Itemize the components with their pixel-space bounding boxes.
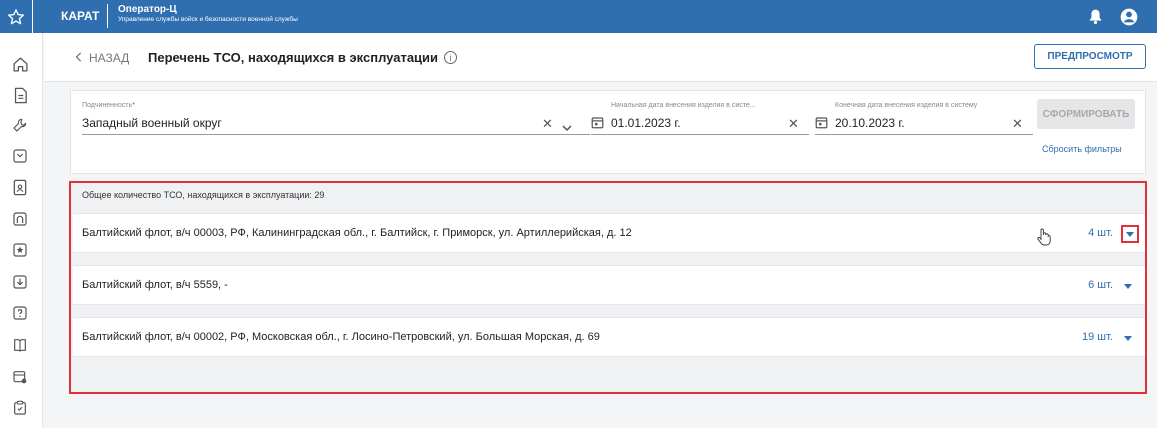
- subordination-field[interactable]: Подчиненность* Западный военный округ ✕: [82, 99, 590, 135]
- list-item-address: Балтийский флот, в/ч 00003, РФ, Калининг…: [82, 227, 632, 239]
- chevron-left-icon: [75, 51, 83, 65]
- results-list: Общее количество ТСО, находящихся в эксп…: [69, 181, 1147, 394]
- topbar-divider: [107, 4, 108, 28]
- clear-icon[interactable]: ✕: [788, 116, 799, 132]
- total-count: Общее количество ТСО, находящихся в эксп…: [82, 190, 325, 200]
- subordination-label: Подчиненность*: [82, 102, 135, 109]
- expand-dropdown-icon[interactable]: [1119, 277, 1137, 295]
- download-box-icon[interactable]: [11, 273, 29, 291]
- generate-button[interactable]: СФОРМИРОВАТЬ: [1037, 99, 1135, 129]
- list-item[interactable]: Балтийский флот, в/ч 00002, РФ, Московск…: [73, 317, 1145, 357]
- personnel-card-icon[interactable]: [11, 178, 29, 196]
- favorites-star-icon[interactable]: [0, 0, 33, 33]
- end-date-field[interactable]: Конечная дата внесения изделия в систему…: [815, 99, 1033, 135]
- list-item-address: Балтийский флот, в/ч 5559, -: [82, 279, 228, 291]
- list-item-count: 6 шт.: [1088, 279, 1113, 291]
- start-date-field[interactable]: Начальная дата внесения изделия в систе.…: [591, 99, 809, 135]
- help-icon[interactable]: [11, 304, 29, 322]
- subordination-value: Западный военный округ: [82, 116, 222, 130]
- end-date-label: Конечная дата внесения изделия в систему: [835, 102, 978, 109]
- list-item-count: 4 шт.: [1088, 227, 1113, 239]
- list-item[interactable]: Балтийский флот, в/ч 5559, - 6 шт.: [73, 265, 1145, 305]
- back-label: НАЗАД: [89, 51, 130, 65]
- document-icon[interactable]: [11, 86, 29, 104]
- clear-icon[interactable]: ✕: [542, 116, 553, 132]
- top-bar: КАРАТ Оператор-Ц Управление службы войск…: [0, 0, 1157, 33]
- bell-icon[interactable]: [1088, 8, 1103, 30]
- expand-dropdown-icon[interactable]: [1121, 225, 1139, 243]
- chevron-down-icon[interactable]: [562, 120, 572, 135]
- clipboard-icon[interactable]: [11, 399, 29, 417]
- hand-cursor-icon: [1037, 228, 1051, 251]
- start-date-label: Начальная дата внесения изделия в систе.…: [611, 102, 756, 109]
- page-title-text: Перечень ТСО, находящихся в эксплуатации: [148, 50, 439, 65]
- start-date-value: 01.01.2023 г.: [611, 116, 681, 130]
- shield-badge-icon[interactable]: [11, 147, 29, 165]
- organization-name: Управление службы войск и безопасности в…: [118, 16, 298, 23]
- reset-filters-link[interactable]: Сбросить фильтры: [1042, 144, 1122, 154]
- page-header: НАЗАД Перечень ТСО, находящихся в эксплу…: [44, 33, 1157, 82]
- preview-button[interactable]: ПРЕДПРОСМОТР: [1034, 44, 1146, 69]
- list-item-address: Балтийский флот, в/ч 00002, РФ, Московск…: [82, 331, 600, 343]
- home-icon[interactable]: [11, 55, 29, 73]
- back-button[interactable]: НАЗАД: [75, 51, 129, 65]
- calendar-icon[interactable]: [815, 116, 828, 134]
- sidebar: [0, 33, 43, 428]
- list-item[interactable]: Балтийский флот, в/ч 00003, РФ, Калининг…: [73, 213, 1145, 253]
- user-role: Оператор-Ц: [118, 4, 177, 15]
- info-icon[interactable]: i: [444, 51, 458, 64]
- calendar-icon[interactable]: [591, 116, 604, 134]
- building-icon[interactable]: [11, 210, 29, 228]
- clear-icon[interactable]: ✕: [1012, 116, 1023, 132]
- star-badge-icon[interactable]: [11, 241, 29, 259]
- expand-dropdown-icon[interactable]: [1119, 329, 1137, 347]
- user-account-icon[interactable]: [1119, 7, 1139, 32]
- filter-panel: Подчиненность* Западный военный округ ✕ …: [70, 90, 1146, 174]
- page-title: Перечень ТСО, находящихся в эксплуатации…: [148, 50, 458, 65]
- list-item-count: 19 шт.: [1082, 331, 1113, 343]
- end-date-value: 20.10.2023 г.: [835, 116, 905, 130]
- wrench-icon[interactable]: [11, 116, 29, 134]
- app-name: КАРАТ: [61, 9, 100, 23]
- book-icon[interactable]: [11, 336, 29, 354]
- archive-settings-icon[interactable]: [11, 368, 29, 386]
